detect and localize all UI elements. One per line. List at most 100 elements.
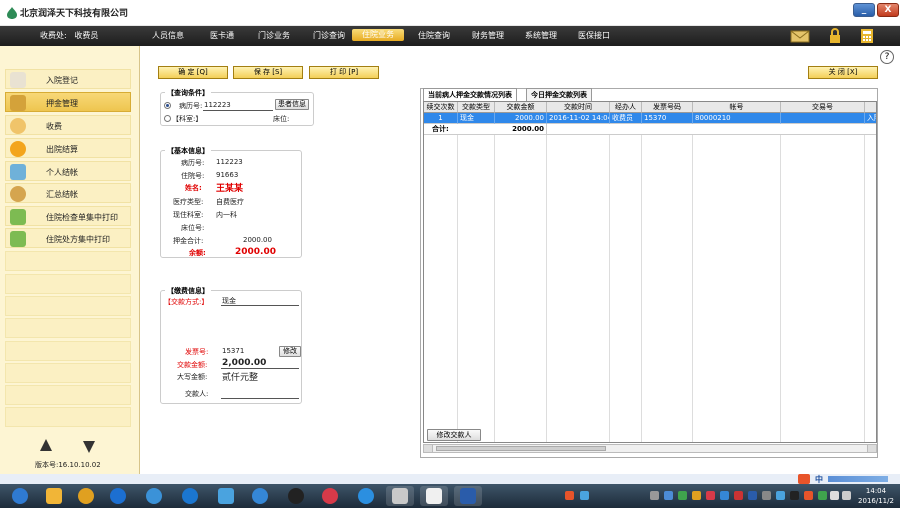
menu-item-inpatient[interactable]: 住院业务 <box>352 29 404 41</box>
tray-icon[interactable] <box>818 491 827 500</box>
sidebar-item-personal-settle[interactable]: 个人结帐 <box>5 161 131 181</box>
col-header: 经办人 <box>610 102 642 113</box>
tray-icon[interactable] <box>804 491 813 500</box>
puzzle-icon <box>10 209 26 225</box>
tray-network-icon[interactable] <box>580 491 589 500</box>
qq-icon[interactable] <box>282 486 310 506</box>
patient-info-button[interactable]: 患者信息 <box>275 99 309 110</box>
record-underline <box>203 110 273 111</box>
deposit-total-value: 2000.00 <box>243 236 272 244</box>
tools-app-icon[interactable] <box>386 486 414 506</box>
query-box-title: 【查询条件】 <box>165 88 211 98</box>
sogou-icon[interactable] <box>176 486 204 506</box>
close-window-button[interactable]: X <box>877 3 899 17</box>
cards-app-icon[interactable] <box>420 486 448 506</box>
owl-app-icon[interactable] <box>72 486 100 506</box>
music-icon[interactable] <box>316 486 344 506</box>
word-icon[interactable] <box>454 486 482 506</box>
tray-icon[interactable] <box>650 491 659 500</box>
sidebar-item-exam-print[interactable]: 住院检查单集中打印 <box>5 206 131 226</box>
scroll-thumb[interactable] <box>436 446 606 451</box>
tray-icon[interactable] <box>790 491 799 500</box>
confirm-button[interactable]: 确 定 [Q] <box>158 66 228 79</box>
menu-item-insurance[interactable]: 医保接口 <box>578 30 610 41</box>
name-label: 姓名: <box>185 184 202 192</box>
horizontal-scrollbar[interactable] <box>423 444 877 453</box>
upper-amount-value: 贰仟元整 <box>222 373 259 383</box>
amount-underline <box>221 368 299 369</box>
sidebar-item-summary-settle[interactable]: 汇总结帐 <box>5 183 131 203</box>
radio-record[interactable] <box>164 102 171 109</box>
mail-icon[interactable] <box>790 28 810 44</box>
payment-method-label: 【交款方式:】 <box>164 298 209 306</box>
globe-icon[interactable] <box>140 486 168 506</box>
tray-icon[interactable] <box>762 491 771 500</box>
cell: 2016-11-02 14:04 <box>547 113 610 124</box>
tray-icon[interactable] <box>748 491 757 500</box>
payment-title: 【缴费信息】 <box>165 286 211 296</box>
modify-payer-button[interactable]: 修改交款人 <box>427 429 481 441</box>
deposit-total-label: 押金合计: <box>173 237 204 245</box>
tab-today[interactable]: 今日押金交款列表 <box>526 88 592 101</box>
menu-item-outpatient[interactable]: 门诊业务 <box>258 30 290 41</box>
start-orb-icon[interactable] <box>6 486 34 506</box>
menu-item-outpatient-query[interactable]: 门诊查询 <box>313 30 345 41</box>
query-box: 【查询条件】 病历号: 112223 患者信息 【科室:】 床位: <box>160 88 314 126</box>
folder-icon[interactable] <box>40 486 68 506</box>
sidebar-item-admission[interactable]: 入院登记 <box>5 69 131 89</box>
payer-input[interactable] <box>221 398 299 399</box>
scroll-right-icon[interactable] <box>867 445 876 452</box>
basic-info-box: 【基本信息】 病历号: 112223 住院号: 91663 姓名: 王某某 医疗… <box>160 146 302 258</box>
volume-icon[interactable] <box>830 491 839 500</box>
minimize-button[interactable]: _ <box>853 3 875 17</box>
menu-item-inpatient-query[interactable]: 住院查询 <box>418 30 450 41</box>
record-input[interactable]: 112223 <box>204 101 231 109</box>
print-button[interactable]: 打 印 [P] <box>309 66 379 79</box>
tray-icon[interactable] <box>720 491 729 500</box>
amount-input[interactable]: 2,000.00 <box>222 358 266 368</box>
scroll-left-icon[interactable] <box>424 445 433 452</box>
browser-icon[interactable] <box>352 486 380 506</box>
sidebar-item-prescription-print[interactable]: 住院处方集中打印 <box>5 228 131 248</box>
k-app-icon[interactable] <box>104 486 132 506</box>
network-icon[interactable] <box>842 491 851 500</box>
amount-label: 交款金额: <box>177 361 208 369</box>
ward-value: 内一科 <box>216 211 237 219</box>
discharge-icon <box>10 141 26 157</box>
close-button[interactable]: 关 闭 [X] <box>808 66 878 79</box>
save-button[interactable]: 保 存 [S] <box>233 66 303 79</box>
total-value: 2000.00 <box>495 124 547 135</box>
radio-dept[interactable] <box>164 115 171 122</box>
cell: 15370 <box>642 113 693 124</box>
sidebar-empty-slot <box>5 407 131 427</box>
tab-current-patient[interactable]: 当前病人押金交款情况列表 <box>423 88 517 101</box>
sidebar-item-discharge[interactable]: 出院结算 <box>5 138 131 158</box>
record-no-value: 112223 <box>216 158 243 166</box>
deposit-icon <box>10 95 26 111</box>
shield-app-icon[interactable] <box>212 486 240 506</box>
grid-line <box>641 135 642 442</box>
bird-app-icon[interactable] <box>246 486 274 506</box>
ime-toolbar[interactable] <box>828 476 888 482</box>
tray-icon[interactable] <box>664 491 673 500</box>
tray-icon[interactable] <box>734 491 743 500</box>
calculator-tool-icon[interactable] <box>857 28 877 44</box>
tray-icon[interactable] <box>776 491 785 500</box>
cell: 现金 <box>458 113 495 124</box>
menu-item-system[interactable]: 系统管理 <box>525 30 557 41</box>
modify-invoice-button[interactable]: 修改 <box>279 346 301 357</box>
sidebar-item-deposit[interactable]: 押金管理 <box>5 92 131 112</box>
tray-icon[interactable] <box>706 491 715 500</box>
menu-item-personnel[interactable]: 人员信息 <box>152 30 184 41</box>
tray-icon[interactable] <box>678 491 687 500</box>
help-icon[interactable]: ? <box>880 50 894 64</box>
ime-logo-icon[interactable] <box>798 474 810 484</box>
tray-icon[interactable] <box>692 491 701 500</box>
lock-icon[interactable] <box>825 28 845 44</box>
deposit-table: 续交次数 交款类型 交款金额 交款时间 经办人 发票号码 帐号 交易号 1 现金… <box>423 101 877 443</box>
sidebar-item-charge[interactable]: 收费 <box>5 115 131 135</box>
menu-item-finance[interactable]: 财务管理 <box>472 30 504 41</box>
clock[interactable]: 14:04 2016/11/2 <box>856 486 896 506</box>
menu-item-medcard[interactable]: 医卡通 <box>210 30 234 41</box>
tray-sogou-icon[interactable] <box>565 491 574 500</box>
